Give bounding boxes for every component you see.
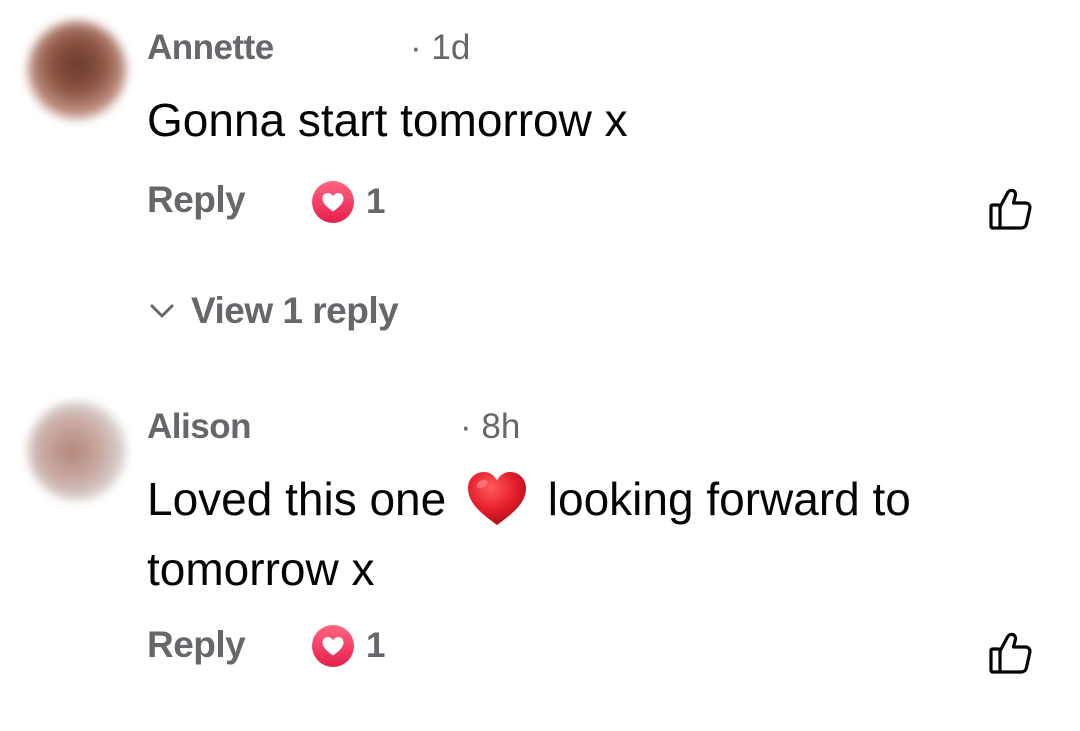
thumbs-up-icon[interactable]	[988, 186, 1034, 232]
avatar[interactable]	[28, 21, 126, 119]
reaction-count: 1	[366, 182, 386, 221]
comment-timestamp: · 8h	[460, 407, 521, 446]
heart-icon	[312, 181, 354, 223]
heart-icon	[312, 625, 354, 667]
reaction-summary[interactable]: 1	[312, 180, 385, 224]
view-replies-label: View 1 reply	[191, 290, 399, 331]
comment-author[interactable]: Annette	[147, 28, 274, 68]
red-heart-emoji-icon	[465, 470, 529, 528]
reply-button[interactable]: Reply	[147, 179, 246, 221]
reply-button[interactable]: Reply	[147, 624, 246, 666]
chevron-down-icon	[150, 304, 174, 318]
reaction-summary[interactable]: 1	[312, 624, 385, 668]
comment-text-part: Loved this one	[147, 473, 447, 525]
comment-text: Gonna start tomorrow x	[147, 94, 628, 146]
comment-alison: Alison · 8h Loved this one looking forwa…	[0, 380, 1080, 710]
reaction-count: 1	[366, 626, 386, 665]
comment-text: Loved this one looking forward to tomorr…	[147, 464, 1027, 604]
avatar[interactable]	[28, 402, 126, 500]
thumbs-up-icon[interactable]	[988, 630, 1034, 676]
comment-annette: Annette · 1d Gonna start tomorrow x Repl…	[0, 0, 1080, 280]
comment-author[interactable]: Alison	[147, 407, 251, 447]
view-replies-button[interactable]: View 1 reply	[147, 290, 399, 332]
comment-timestamp: · 1d	[410, 28, 471, 67]
